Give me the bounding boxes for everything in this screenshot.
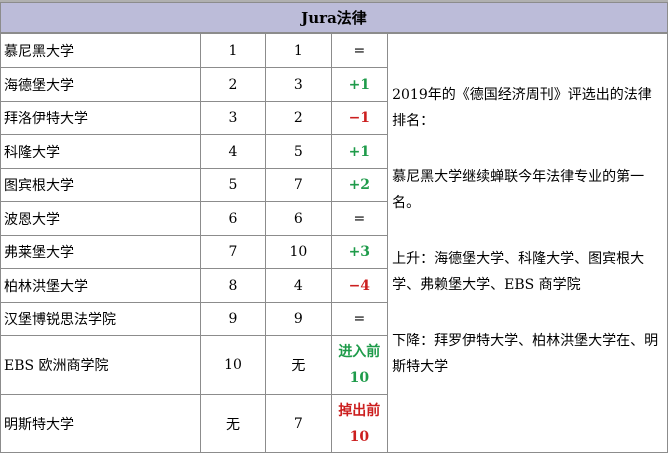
rank-2019: 2 xyxy=(199,67,267,102)
rank-previous: 无 xyxy=(265,335,332,395)
rank-2019: 9 xyxy=(199,302,267,336)
rank-2019: 1 xyxy=(199,33,267,68)
rank-change: = xyxy=(330,33,389,68)
rank-previous: 7 xyxy=(265,168,332,202)
rank-change: +3 xyxy=(330,235,389,269)
rank-2019: 6 xyxy=(199,201,267,236)
university-name: 弗莱堡大学 xyxy=(0,235,201,269)
rank-change: = xyxy=(330,302,389,336)
notes-rise: 上升：海德堡大学、科隆大学、图宾根大学、弗赖堡大学、EBS 商学院 xyxy=(392,251,645,293)
rank-2019: 5 xyxy=(199,168,267,202)
university-name: 慕尼黑大学 xyxy=(0,33,201,68)
rank-previous: 1 xyxy=(265,33,332,68)
rank-previous: 10 xyxy=(265,235,332,269)
rank-change: +2 xyxy=(330,168,389,202)
rank-change: +1 xyxy=(330,67,389,102)
rank-2019: 无 xyxy=(199,394,267,453)
rank-previous: 7 xyxy=(265,394,332,453)
rank-2019: 3 xyxy=(199,101,267,135)
rank-2019: 7 xyxy=(199,235,267,269)
rank-change: 掉出前10 xyxy=(330,394,389,453)
rank-change: +1 xyxy=(330,134,389,169)
table-row: 慕尼黑大学 1 1 = 2019年的《德国经济周刊》评选出的法律排名： 慕尼黑大… xyxy=(0,33,668,453)
rank-change: 进入前10 xyxy=(330,335,389,395)
university-name: 柏林洪堡大学 xyxy=(0,268,201,303)
university-name: 汉堡博锐思法学院 xyxy=(0,302,201,336)
rank-2019: 10 xyxy=(199,335,267,395)
rank-previous: 9 xyxy=(265,302,332,336)
university-name: 海德堡大学 xyxy=(0,67,201,102)
university-name: 波恩大学 xyxy=(0,201,201,236)
rank-2019: 8 xyxy=(199,268,267,303)
notes-intro: 2019年的《德国经济周刊》评选出的法律排名： xyxy=(392,87,652,129)
university-name: 科隆大学 xyxy=(0,134,201,169)
rank-previous: 5 xyxy=(265,134,332,169)
university-name: 图宾根大学 xyxy=(0,168,201,202)
university-name: 拜洛伊特大学 xyxy=(0,101,201,135)
rank-previous: 4 xyxy=(265,268,332,303)
rank-previous: 3 xyxy=(265,67,332,102)
notes-first: 慕尼黑大学继续蝉联今年法律专业的第一名。 xyxy=(392,169,645,211)
rank-change: −1 xyxy=(330,101,389,135)
notes-panel: 2019年的《德国经济周刊》评选出的法律排名： 慕尼黑大学继续蝉联今年法律专业的… xyxy=(387,33,668,453)
rank-previous: 6 xyxy=(265,201,332,236)
header-title: Jura法律 xyxy=(301,9,367,27)
rank-2019: 4 xyxy=(199,134,267,169)
university-name: 明斯特大学 xyxy=(0,394,201,453)
notes-fall: 下降：拜罗伊特大学、柏林洪堡大学在、明斯特大学 xyxy=(392,333,659,375)
rank-change: −4 xyxy=(330,268,389,303)
rank-change: = xyxy=(330,201,389,236)
university-name: EBS 欧洲商学院 xyxy=(0,335,201,395)
rank-previous: 2 xyxy=(265,101,332,135)
ranking-table: 慕尼黑大学 1 1 = 2019年的《德国经济周刊》评选出的法律排名： 慕尼黑大… xyxy=(0,33,668,453)
table-header: Jura法律 xyxy=(0,2,668,33)
